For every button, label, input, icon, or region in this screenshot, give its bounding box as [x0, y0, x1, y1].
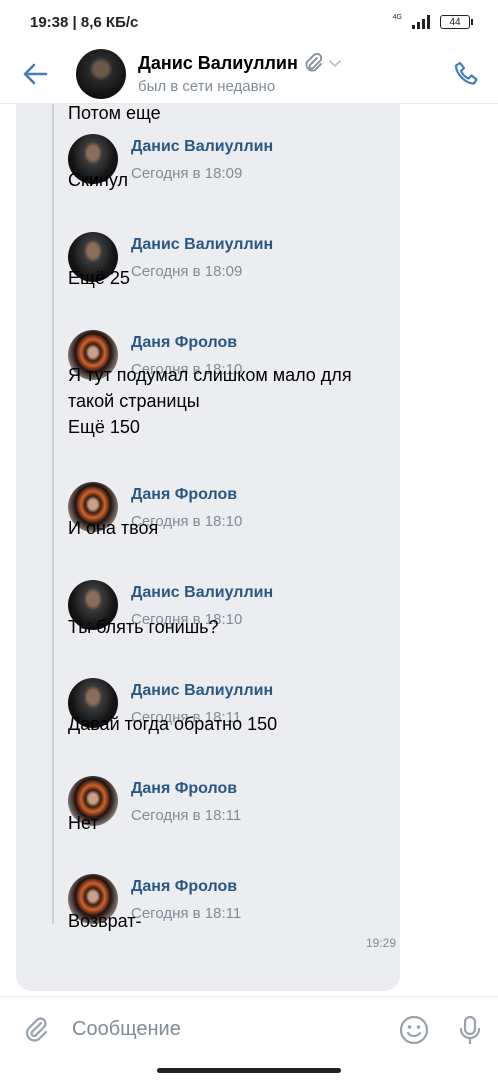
smile-icon	[399, 1015, 429, 1044]
forward-line	[52, 104, 54, 924]
author-time: Сегодня в 18:11	[131, 807, 242, 824]
contact-status: был в сети недавно	[138, 78, 276, 95]
status-time-speed: 19:38 | 8,6 КБ/с	[30, 13, 139, 31]
chevron-down-icon	[328, 60, 341, 68]
message-text: Потом еще	[68, 104, 161, 123]
message-text: Нет	[68, 813, 99, 833]
author-time: Сегодня в 18:09	[131, 165, 243, 182]
author-name[interactable]: Даня Фролов	[131, 486, 237, 504]
voice-button[interactable]	[442, 997, 498, 1063]
author-time: Сегодня в 18:09	[131, 263, 243, 280]
author-name[interactable]: Данис Валиуллин	[131, 138, 273, 156]
contact-name-row: Данис Валиуллин	[138, 52, 434, 74]
signal-icon	[412, 15, 430, 29]
battery-icon: 44	[440, 15, 473, 29]
emoji-button[interactable]	[386, 997, 442, 1063]
status-bar: 19:38 | 8,6 КБ/с 4G 44	[0, 0, 498, 44]
message-text: Ты блять гонишь?	[68, 617, 219, 637]
paperclip-icon	[305, 52, 323, 72]
author-name[interactable]: Даня Фролов	[131, 334, 237, 352]
message-bubble[interactable]: Потом еще Данис Валиуллин Сегодня в 18:09 С…	[16, 104, 400, 991]
author-name[interactable]: Данис Валиуллин	[131, 236, 273, 254]
phone-icon	[454, 61, 478, 85]
contact-avatar[interactable]	[76, 48, 126, 99]
author-name[interactable]: Данис Валиуллин	[131, 584, 273, 602]
message-text: Я тут подумал слишком мало для такой стр…	[68, 365, 352, 437]
message-text: Давай тогда обратно 150	[68, 714, 278, 734]
navigation-handle[interactable]	[157, 1068, 341, 1073]
message-text: Ещё 25	[68, 268, 130, 288]
author-time: Сегодня в 18:11	[131, 905, 242, 922]
microphone-icon	[459, 1015, 481, 1044]
back-arrow-icon	[23, 63, 48, 84]
contact-name: Данис Валиуллин	[138, 52, 298, 73]
chat-area[interactable]: Потом еще Данис Валиуллин Сегодня в 18:09 С…	[0, 104, 498, 996]
author-name[interactable]: Даня Фролов	[131, 780, 237, 798]
paperclip-icon	[25, 1016, 48, 1042]
message-time: 19:29	[366, 936, 397, 950]
forwarded-author[interactable]: Даня Фролов Сегодня в 18:11	[68, 776, 398, 828]
back-button[interactable]	[0, 44, 70, 104]
contact-info[interactable]: Данис Валиуллин был в сети недавно	[138, 52, 434, 95]
message-composer	[0, 996, 498, 1062]
message-text: И она твоя	[68, 518, 159, 538]
message-input[interactable]	[72, 1018, 386, 1041]
message-text: Возврат-	[68, 911, 142, 931]
message-text: Скинул	[68, 170, 128, 190]
author-name[interactable]: Даня Фролов	[131, 878, 237, 896]
network-type-label: 4G	[392, 13, 402, 21]
author-name[interactable]: Данис Валиуллин	[131, 682, 273, 700]
attach-button[interactable]	[0, 997, 72, 1063]
battery-level: 44	[449, 16, 461, 28]
chat-header: Данис Валиуллин был в сети недавно	[0, 44, 498, 104]
call-button[interactable]	[434, 44, 498, 104]
status-icons: 4G 44	[392, 13, 473, 29]
